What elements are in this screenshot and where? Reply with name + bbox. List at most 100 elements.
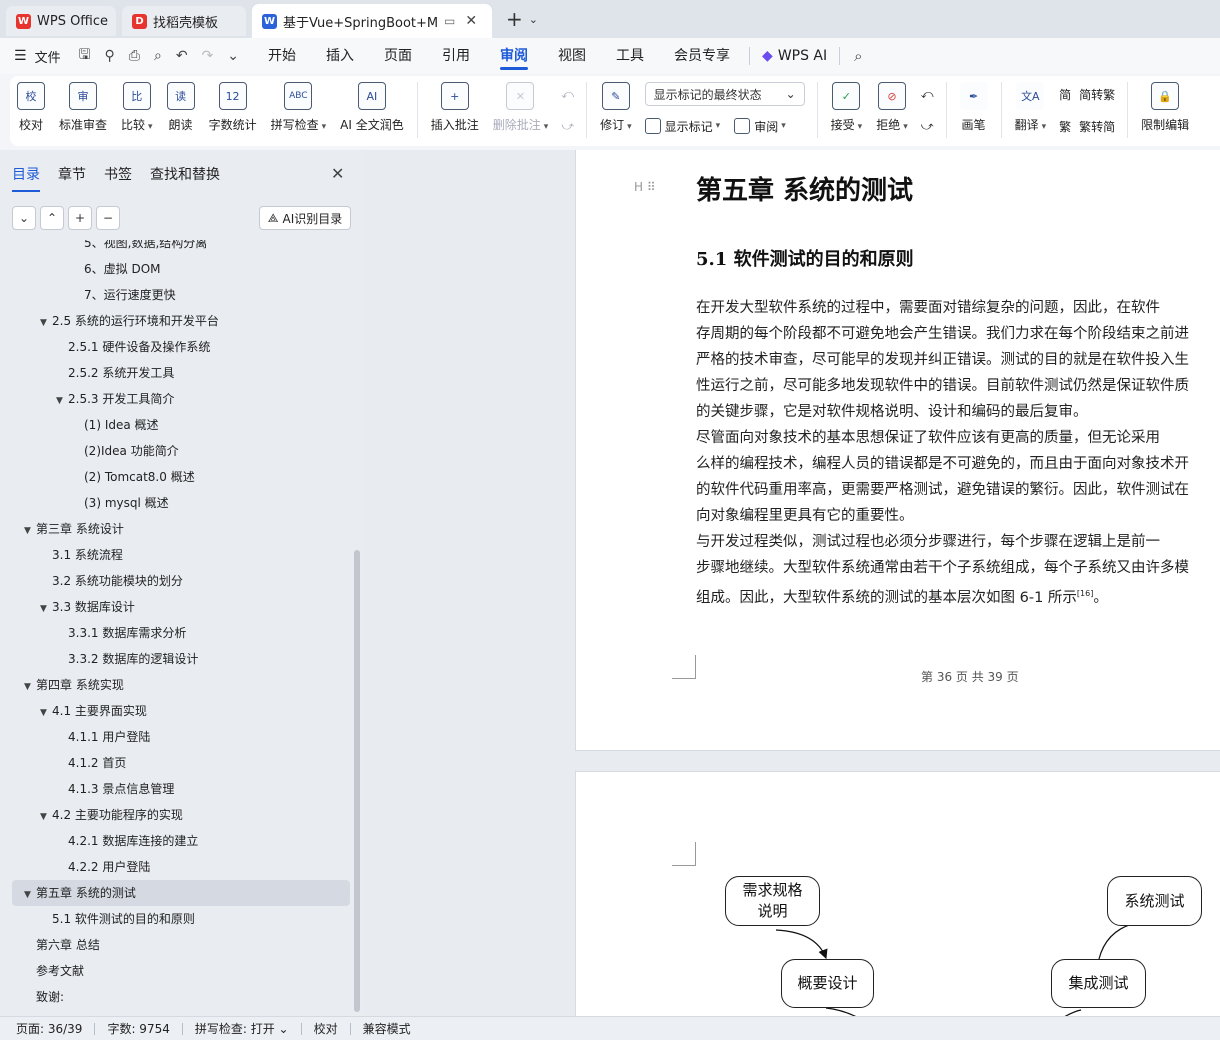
toc-item[interactable]: ▼ 4.1 主要界面实现 [12,698,350,724]
spell-check-button[interactable]: ABC 拼写检查 ▾ [271,82,326,133]
word-count-button[interactable]: 12 字数统计 [209,82,257,133]
toc-item[interactable]: 3.3.2 数据库的逻辑设计 [12,646,350,672]
read-aloud-button[interactable]: 读朗读 [166,82,195,133]
next-change-icon[interactable]: ⤻ [921,114,934,138]
toc-item[interactable]: (3) mysql 概述 [12,490,350,516]
toc-item[interactable]: ▼ 2.5.3 开发工具简介 [12,386,350,412]
compare-button[interactable]: 比比较 ▾ [121,82,153,133]
ai-polish-button[interactable]: AI AI 全文润色 [340,82,404,133]
toc-item[interactable]: ▼ 3.3 数据库设计 [12,594,350,620]
spell-check-status[interactable]: 拼写检查: 打开 ⌄ [195,1020,289,1037]
toc-item[interactable]: 致谢: [12,984,350,1010]
toc-item[interactable]: 2.5.2 系统开发工具 [12,360,350,386]
flow-node-requirements[interactable]: 需求规格 说明 [725,876,820,926]
previous-change-icon[interactable]: ⤺ [921,82,934,106]
chapter-title[interactable]: 第五章 系统的测试 [696,170,913,207]
toc-item[interactable]: 6、虚拟 DOM [12,256,350,282]
chevron-down-icon[interactable]: ▼ [40,700,52,726]
menu-view[interactable]: 视图 [558,38,586,74]
chevron-down-icon[interactable]: ▼ [24,518,36,544]
menu-page[interactable]: 页面 [384,38,412,74]
paragraph-3[interactable]: 与开发过程类似，测试过程也必须分步骤进行，每个步骤在逻辑上是前一 步骤地继续。大… [696,529,1220,607]
toc-item[interactable]: 4.2.2 用户登陆 [12,854,350,880]
previous-comment-icon[interactable]: ⤺ [561,82,574,106]
restrict-edit-button[interactable]: 🔒 限制编辑 [1141,82,1189,133]
toc-item[interactable]: 4.2.1 数据库连接的建立 [12,828,350,854]
print-preview-icon[interactable]: ⌕ [154,48,162,64]
insert-comment-button[interactable]: + 插入批注 [431,82,479,133]
to-simplified-button[interactable]: 繁繁转简 [1059,114,1115,138]
chevron-down-icon[interactable]: ⌄ [227,48,239,64]
chevron-down-icon[interactable]: ▼ [40,310,52,336]
chevron-down-icon[interactable]: ▼ [24,674,36,700]
undo-icon[interactable]: ↶ [176,48,188,64]
toc-item[interactable]: 3.3.1 数据库需求分析 [12,620,350,646]
accept-button[interactable]: ✓ 接受 ▾ [831,82,862,133]
delete-comment-button[interactable]: ✕ 删除批注 ▾ [493,82,548,133]
remove-icon[interactable]: − [96,206,120,230]
chevron-down-icon[interactable]: ▼ [56,388,68,414]
to-traditional-button[interactable]: 简简转繁 [1059,82,1115,106]
menu-home[interactable]: 开始 [268,38,296,74]
monitor-icon[interactable]: ▭ [444,14,455,28]
page-indicator[interactable]: 页面: 36/39 [16,1020,82,1037]
tab-find-replace[interactable]: 查找和替换 [150,164,220,192]
pen-button[interactable]: ✒ 画笔 [959,82,988,133]
close-icon[interactable]: ✕ [465,13,477,29]
share-icon[interactable]: ⚲ [105,48,115,64]
standard-review-button[interactable]: 审标准审查 [59,82,107,133]
menu-member[interactable]: 会员专享 [674,38,730,74]
chevron-down-icon[interactable]: ▼ [40,596,52,622]
search-icon[interactable]: ⌕ [854,47,862,65]
save-icon[interactable]: 🖫 [79,44,91,68]
next-comment-icon[interactable]: ⤻ [561,114,574,138]
menu-insert[interactable]: 插入 [326,38,354,74]
close-icon[interactable]: ✕ [331,164,344,183]
redo-icon[interactable]: ↷ [202,48,214,64]
review-pane-button[interactable]: 审阅 ▾ [734,114,786,138]
wps-ai-button[interactable]: ◆ WPS AI [762,48,827,64]
toc-item[interactable]: 4.1.1 用户登陆 [12,724,350,750]
toc-item[interactable]: 7、运行速度更快 [12,282,350,308]
toc-item[interactable]: 2.5.1 硬件设备及操作系统 [12,334,350,360]
collapse-up-icon[interactable]: ⌃ [40,206,64,230]
toc-item[interactable]: ▼ 第四章 系统实现 [12,672,350,698]
markup-display-select[interactable]: 显示标记的最终状态 ⌄ [644,82,805,106]
toc-scrollbar[interactable] [354,550,360,1012]
toc-item[interactable]: ▼ 第五章 系统的测试 [12,880,350,906]
ai-toc-button[interactable]: ⟁ AI识别目录 [259,206,351,230]
toc-item[interactable]: 5.1 软件测试的目的和原则 [12,906,350,932]
chevron-down-icon[interactable]: ▼ [40,804,52,830]
menu-tools[interactable]: 工具 [616,38,644,74]
file-menu[interactable]: ☰ 文件 [14,47,61,66]
toc-item[interactable]: 第六章 总结 [12,932,350,958]
show-markup-button[interactable]: 显示标记 ▾ [644,114,720,138]
toc-item[interactable]: (2)Idea 功能简介 [12,438,350,464]
tab-chapter[interactable]: 章节 [58,164,86,192]
toc-item[interactable]: ▼ 第三章 系统设计 [12,516,350,542]
flow-node-outline-design[interactable]: 概要设计 [781,959,874,1008]
collapse-down-icon[interactable]: ⌄ [12,206,36,230]
flow-node-system-test[interactable]: 系统测试 [1107,876,1202,926]
print-icon[interactable]: ⎙ [129,48,140,64]
tab-document[interactable]: W 基于Vue+SpringBoot+MyS ▭ ✕ [252,4,492,38]
toc-item[interactable]: 4.1.3 景点信息管理 [12,776,350,802]
toc-item[interactable]: 3.2 系统功能模块的划分 [12,568,350,594]
toc-item[interactable]: 5、视图,数据,结构分离 [12,240,350,256]
chevron-down-icon[interactable]: ⌄ [529,13,538,26]
reject-button[interactable]: ⊘ 拒绝 ▾ [876,82,908,133]
menu-references[interactable]: 引用 [442,38,470,74]
add-icon[interactable]: + [68,206,92,230]
toc-item[interactable]: ▼ 2.5 系统的运行环境和开发平台 [12,308,350,334]
tab-wps-office[interactable]: W WPS Office [6,6,116,36]
toc-item[interactable]: 3.1 系统流程 [12,542,350,568]
toc-item[interactable]: 4.1.2 首页 [12,750,350,776]
toc-item[interactable]: ▼ 4.2 主要功能程序的实现 [12,802,350,828]
track-changes-button[interactable]: ✎ 修订 ▾ [600,82,632,133]
word-count[interactable]: 字数: 9754 [107,1020,169,1037]
new-tab-plus-icon[interactable]: + [506,7,523,31]
tab-bookmark[interactable]: 书签 [104,164,132,192]
paragraph-2[interactable]: 尽管面向对象技术的基本思想保证了软件应该有更高的质量，但无论采用 么样的编程技术… [696,425,1220,529]
proofread-button[interactable]: 校校对 [17,82,45,133]
toc-item[interactable]: (2) Tomcat8.0 概述 [12,464,350,490]
